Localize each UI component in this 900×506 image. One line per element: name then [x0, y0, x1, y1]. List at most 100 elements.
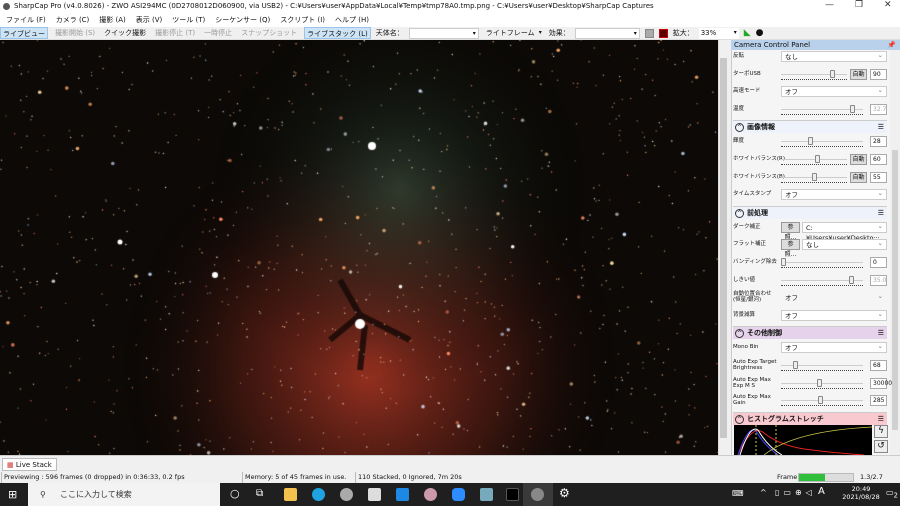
value-input[interactable]: 32.7	[870, 103, 887, 115]
menu-item[interactable]: 撮影 (A)	[99, 15, 125, 25]
value-input[interactable]: 90	[870, 68, 887, 80]
auto-button[interactable]: 自動	[850, 154, 867, 165]
sharpcap-icon[interactable]	[506, 488, 519, 501]
frame-type-select[interactable]: ライトフレーム	[484, 28, 544, 39]
browse-button[interactable]: 参照...	[781, 221, 800, 241]
slider-handle[interactable]	[814, 155, 820, 163]
zoom-select[interactable]: 33%	[698, 27, 739, 39]
gray-swatch-icon[interactable]	[644, 28, 654, 38]
menu-icon[interactable]: ☰	[878, 121, 884, 134]
slider-handle[interactable]	[781, 258, 786, 266]
tray-chevron-icon[interactable]: ^	[760, 488, 767, 497]
slider-handle[interactable]	[848, 275, 854, 284]
clock[interactable]: 20:49 2021/08/28	[836, 485, 886, 501]
histogram-display[interactable]	[734, 425, 873, 456]
snapshot-button[interactable]: スナップショット	[239, 27, 299, 39]
collapse-icon[interactable]: ^	[735, 123, 744, 133]
tab-live-stack[interactable]: ▦ Live Stack	[2, 458, 57, 471]
auto-stretch-icon[interactable]: ϟ	[874, 425, 888, 438]
close-button[interactable]: ✕	[884, 0, 892, 10]
quick-capture-button[interactable]: クイック撮影	[102, 27, 148, 39]
control-select[interactable]: オフ	[781, 291, 887, 304]
slider-handle[interactable]	[817, 378, 823, 387]
section-header[interactable]: ^ 画像情報 ☰	[733, 120, 887, 134]
slider-handle[interactable]	[817, 396, 823, 405]
control-select[interactable]: オフ	[781, 309, 887, 321]
start-capture-button[interactable]: 撮影開始 (S)	[53, 27, 97, 39]
live-stack-image[interactable]	[0, 40, 718, 455]
pause-button[interactable]: 一時停止	[202, 27, 234, 39]
section-header[interactable]: ^ その他制御 ☰	[733, 326, 887, 340]
section-header[interactable]: ^ ヒストグラムストレッチ ☰	[733, 411, 887, 426]
paint-icon[interactable]	[424, 488, 437, 501]
value-input[interactable]: 68	[870, 360, 887, 371]
menu-item[interactable]: カメラ (C)	[56, 15, 90, 25]
file-explorer-icon[interactable]	[284, 488, 297, 501]
value-input[interactable]: 0	[870, 257, 887, 268]
notepad-icon[interactable]	[480, 488, 493, 501]
value-input[interactable]: 28	[870, 136, 887, 148]
control-select[interactable]: オフ	[781, 85, 887, 98]
settings-icon[interactable]: ⚙	[559, 486, 570, 500]
slider-handle[interactable]	[829, 69, 835, 78]
task-view-icon[interactable]: ⧉	[256, 488, 263, 499]
slider-handle[interactable]	[792, 361, 798, 369]
keyboard-icon[interactable]: ⌨	[732, 489, 744, 498]
zoom-app-icon[interactable]	[452, 488, 465, 501]
histogram-icon[interactable]: ◣	[744, 28, 751, 38]
restore-button[interactable]: ❐	[855, 0, 863, 10]
control-select[interactable]: オフ	[781, 188, 887, 201]
app-icon-3[interactable]	[340, 488, 353, 501]
planet-app-icon[interactable]	[531, 488, 544, 501]
slider-track[interactable]	[781, 141, 863, 143]
ime-indicator[interactable]: A	[818, 486, 825, 497]
cortana-icon[interactable]: ○	[230, 487, 240, 500]
live-stack-button[interactable]: ライブスタック (L)	[304, 27, 371, 39]
control-select[interactable]: なし	[802, 238, 887, 251]
target-name-combo[interactable]	[408, 27, 479, 39]
menu-icon[interactable]: ☰	[878, 327, 884, 340]
auto-button[interactable]: 自動	[850, 68, 867, 80]
menu-item[interactable]: 表示 (V)	[136, 15, 162, 25]
menu-item[interactable]: ヘルプ (H)	[335, 15, 369, 25]
value-input[interactable]: 60	[870, 154, 887, 165]
value-input[interactable]: 35.0	[870, 274, 887, 286]
menu-icon[interactable]: ☰	[878, 413, 884, 426]
panel-scrollbar-thumb[interactable]	[892, 150, 898, 430]
tray-icons[interactable]: ▯▭⊕◁	[775, 488, 816, 497]
slider-track[interactable]	[781, 73, 847, 75]
reset-icon[interactable]: ↺	[874, 440, 888, 453]
collapse-icon[interactable]: ^	[735, 414, 744, 424]
control-select[interactable]: C:¥Users¥user¥Deskto···	[802, 221, 887, 242]
live-view-button[interactable]: ライブビュー	[0, 27, 48, 39]
minimize-button[interactable]: —	[825, 0, 834, 10]
magnifier-icon[interactable]: ●	[756, 28, 764, 38]
menu-item[interactable]: ツール (T)	[172, 15, 205, 25]
windows-start-icon[interactable]: ⊞	[8, 488, 17, 501]
taskbar-search[interactable]: ⚲ ここに入力して検索	[28, 483, 220, 506]
slider-handle[interactable]	[811, 172, 817, 181]
collapse-icon[interactable]: ^	[735, 329, 744, 339]
slider-handle[interactable]	[807, 137, 813, 146]
image-scrollbar-thumb[interactable]	[720, 58, 727, 438]
control-select[interactable]: なし	[781, 50, 887, 62]
mail-icon[interactable]	[396, 488, 409, 501]
menu-item[interactable]: スクリプト (I)	[280, 15, 325, 25]
control-select[interactable]: オフ	[781, 341, 887, 354]
notification-icon[interactable]: ▭2	[886, 488, 898, 500]
value-input[interactable]: 285	[870, 395, 887, 407]
auto-button[interactable]: 自動	[850, 171, 867, 183]
menu-icon[interactable]: ☰	[878, 207, 884, 220]
red-swatch-icon[interactable]	[658, 28, 668, 38]
value-input[interactable]: 30000	[870, 377, 892, 389]
value-input[interactable]: 55	[870, 171, 887, 183]
section-header[interactable]: ^ 前処理 ☰	[733, 205, 887, 220]
effect-select[interactable]	[574, 27, 640, 39]
menu-item[interactable]: シーケンサー (Q)	[215, 15, 270, 25]
collapse-icon[interactable]: ^	[735, 208, 744, 218]
browse-button[interactable]: 参照...	[781, 239, 800, 258]
slider-handle[interactable]	[850, 104, 856, 113]
store-icon[interactable]	[368, 488, 381, 501]
menu-item[interactable]: ファイル (F)	[6, 15, 46, 25]
edge-icon[interactable]	[312, 488, 325, 501]
